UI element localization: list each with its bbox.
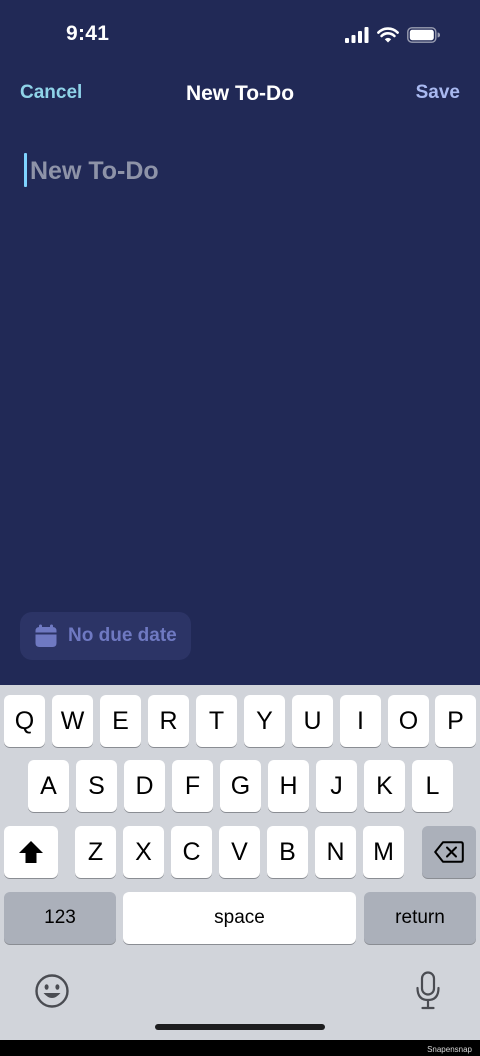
save-button[interactable]: Save xyxy=(416,82,460,104)
new-todo-screen: 9:41 Cancel New To-Do Save New To-Do No … xyxy=(0,0,480,1040)
status-time: 9:41 xyxy=(66,22,110,45)
shift-key[interactable] xyxy=(4,826,58,878)
key-r[interactable]: R xyxy=(148,695,189,747)
microphone-icon xyxy=(416,971,440,1010)
calendar-icon xyxy=(35,624,57,647)
backspace-key[interactable] xyxy=(422,826,476,878)
key-p[interactable]: P xyxy=(435,695,476,747)
emoji-button[interactable] xyxy=(34,973,70,1009)
key-o[interactable]: O xyxy=(388,695,429,747)
wifi-icon xyxy=(377,27,399,43)
key-w[interactable]: W xyxy=(52,695,93,747)
key-t[interactable]: T xyxy=(196,695,237,747)
key-q[interactable]: Q xyxy=(4,695,45,747)
shift-icon xyxy=(19,841,43,863)
key-m[interactable]: M xyxy=(363,826,404,878)
key-d[interactable]: D xyxy=(124,760,165,812)
home-indicator[interactable] xyxy=(155,1024,325,1030)
emoji-icon xyxy=(35,974,69,1008)
key-u[interactable]: U xyxy=(292,695,333,747)
dictation-button[interactable] xyxy=(414,971,442,1011)
key-x[interactable]: X xyxy=(123,826,164,878)
space-key[interactable]: space xyxy=(123,892,356,944)
key-y[interactable]: Y xyxy=(244,695,285,747)
key-l[interactable]: L xyxy=(412,760,453,812)
key-k[interactable]: K xyxy=(364,760,405,812)
status-icons xyxy=(345,24,440,46)
key-e[interactable]: E xyxy=(100,695,141,747)
backspace-icon xyxy=(434,841,464,863)
key-s[interactable]: S xyxy=(76,760,117,812)
cellular-signal-icon xyxy=(345,27,369,43)
cancel-button[interactable]: Cancel xyxy=(20,82,82,104)
key-n[interactable]: N xyxy=(315,826,356,878)
key-b[interactable]: B xyxy=(267,826,308,878)
watermark: Snapensnap xyxy=(427,1045,472,1054)
numbers-key[interactable]: 123 xyxy=(4,892,116,944)
due-date-label: No due date xyxy=(68,625,177,646)
keyboard: Q W E R T Y U I O P A S D F G H J K L Z … xyxy=(0,685,480,1040)
key-v[interactable]: V xyxy=(219,826,260,878)
key-i[interactable]: I xyxy=(340,695,381,747)
todo-title-input[interactable] xyxy=(24,150,454,192)
key-h[interactable]: H xyxy=(268,760,309,812)
text-caret xyxy=(24,153,27,187)
key-f[interactable]: F xyxy=(172,760,213,812)
key-g[interactable]: G xyxy=(220,760,261,812)
due-date-button[interactable]: No due date xyxy=(20,612,191,660)
battery-icon xyxy=(407,27,440,43)
key-c[interactable]: C xyxy=(171,826,212,878)
key-j[interactable]: J xyxy=(316,760,357,812)
return-key[interactable]: return xyxy=(364,892,476,944)
key-a[interactable]: A xyxy=(28,760,69,812)
key-z[interactable]: Z xyxy=(75,826,116,878)
